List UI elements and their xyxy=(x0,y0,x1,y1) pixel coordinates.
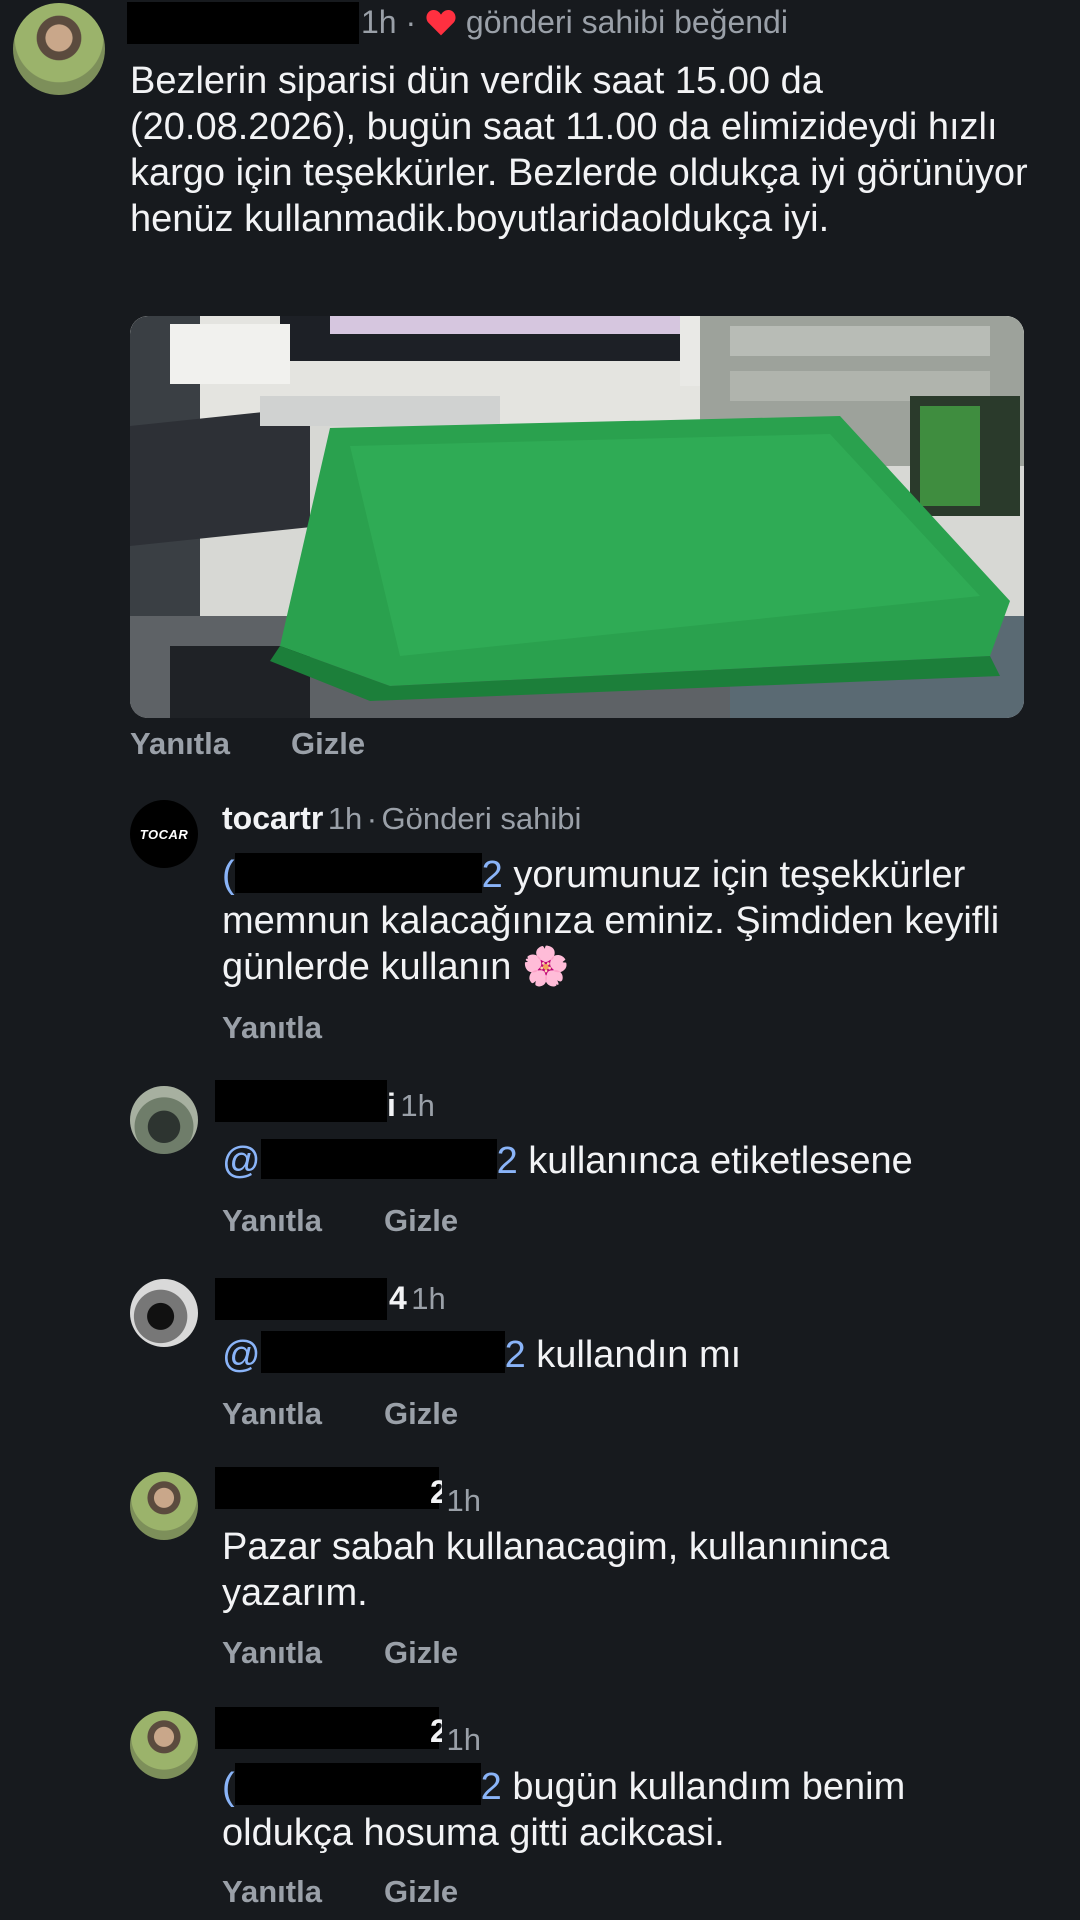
hide-button[interactable]: Gizle xyxy=(291,726,365,762)
mention-start[interactable]: @ xyxy=(222,1334,261,1376)
mention-end[interactable]: 2 xyxy=(497,1140,518,1182)
reply-text: kullandın mı xyxy=(525,1334,742,1376)
username-tail: 2 xyxy=(430,1474,442,1510)
mention-start[interactable]: @ xyxy=(222,1140,261,1182)
reply-time: 1h xyxy=(446,1722,481,1757)
reply-text: kullanınca etiketlesene xyxy=(517,1140,913,1182)
commenter-avatar[interactable] xyxy=(13,3,105,95)
hide-button[interactable]: Gizle xyxy=(384,1635,458,1671)
hide-button[interactable]: Gizle xyxy=(384,1396,458,1432)
mention-end[interactable]: 2 xyxy=(482,854,503,896)
hide-button[interactable]: Gizle xyxy=(384,1874,458,1910)
redacted-username xyxy=(215,1080,387,1122)
username[interactable]: tocartr xyxy=(222,800,323,836)
username-tail: 4 xyxy=(389,1280,407,1316)
reply-header: i 1h xyxy=(387,1087,435,1124)
cherry-blossom-icon: 🌸 xyxy=(522,946,570,988)
redacted-username xyxy=(215,1467,439,1509)
redacted-mention xyxy=(260,1139,497,1179)
reply-body: @2 kullanınca etiketlesene xyxy=(222,1138,1042,1184)
reply-time: 1h xyxy=(400,1088,435,1123)
comment-photo[interactable] xyxy=(130,316,1024,718)
reply-time: 1h xyxy=(411,1281,446,1316)
comment-body: Bezlerin siparisi dün verdik saat 15.00 … xyxy=(130,60,1028,240)
heart-icon xyxy=(425,7,457,45)
reply-button[interactable]: Yanıtla xyxy=(222,1203,322,1239)
redacted-username xyxy=(215,1707,439,1749)
commenter-avatar[interactable] xyxy=(130,1279,198,1347)
tocartr-avatar[interactable]: TOCAR xyxy=(130,800,198,868)
reply-button[interactable]: Yanıtla xyxy=(222,1396,322,1432)
meta-separator: · xyxy=(366,801,378,836)
reply-button[interactable]: Yanıtla xyxy=(222,1635,322,1671)
commenter-avatar[interactable] xyxy=(130,1472,198,1540)
mention-end[interactable]: 2 xyxy=(505,1334,526,1376)
reply-button[interactable]: Yanıtla xyxy=(222,1010,322,1046)
reply-button[interactable]: Yanıtla xyxy=(222,1874,322,1910)
username-tail: 2 xyxy=(430,1713,442,1749)
commenter-avatar[interactable] xyxy=(130,1711,198,1779)
comment-meta: 1h · gönderi sahibi beğendi xyxy=(361,4,788,45)
reply-body: (2 bugün kullandım benim oldukça hosuma … xyxy=(222,1763,1042,1856)
liked-by-author-text: gönderi sahibi beğendi xyxy=(465,4,788,40)
commenter-avatar[interactable] xyxy=(130,1086,198,1154)
redacted-mention xyxy=(234,1763,481,1805)
mention-start[interactable]: ( xyxy=(222,854,235,896)
green-cloth-photo xyxy=(130,316,1024,718)
reply-header: 4 1h xyxy=(389,1280,446,1317)
hide-button[interactable]: Gizle xyxy=(384,1203,458,1239)
redacted-username xyxy=(127,2,359,44)
redacted-mention xyxy=(234,853,482,893)
tocar-logo: TOCAR xyxy=(139,826,189,842)
reply-header: 2 1h xyxy=(430,1713,481,1758)
reply-button[interactable]: Yanıtla xyxy=(130,726,230,762)
redacted-mention xyxy=(260,1331,505,1373)
reply-body: @2 kullandın mı xyxy=(222,1331,1042,1378)
mention-end[interactable]: 2 xyxy=(481,1766,502,1808)
mention-start[interactable]: ( xyxy=(222,1766,235,1808)
username-tail: i xyxy=(387,1087,396,1123)
reply-time: 1h xyxy=(446,1483,481,1518)
reply-body: Pazar sabah kullanacagim, kullanıninca y… xyxy=(222,1526,890,1614)
comment-time: 1h xyxy=(361,4,397,40)
author-label: Gönderi sahibi xyxy=(381,801,582,836)
reply-body: (2 yorumunuz için teşekkürler memnun kal… xyxy=(222,852,1042,990)
reply-time: 1h xyxy=(327,801,363,836)
reply-header: tocartr 1h · Gönderi sahibi xyxy=(222,800,581,837)
reply-header: 2 1h xyxy=(430,1474,481,1519)
meta-separator: · xyxy=(405,4,417,40)
redacted-username xyxy=(215,1278,387,1320)
